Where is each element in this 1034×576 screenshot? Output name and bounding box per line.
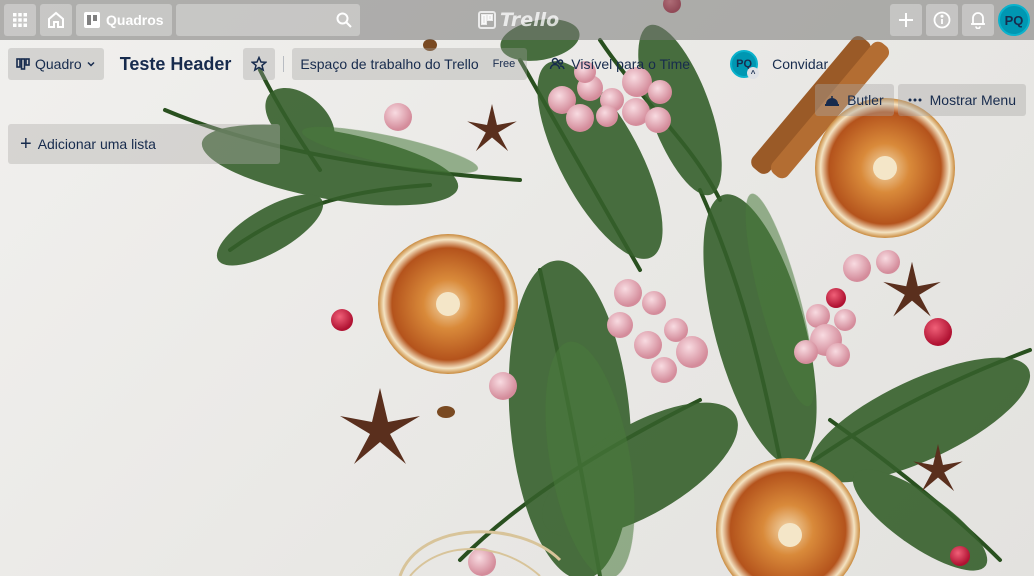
butler-label: Butler — [847, 92, 884, 108]
home-button[interactable] — [40, 4, 72, 36]
workspace-button[interactable]: Espaço de trabalho do Trello Free — [292, 48, 528, 80]
trello-logo[interactable]: Trello — [478, 7, 559, 33]
workspace-label: Espaço de trabalho do Trello — [300, 56, 479, 72]
info-icon — [933, 11, 951, 29]
trello-logo-icon — [478, 11, 496, 29]
add-list-button[interactable]: + Adicionar uma lista — [8, 124, 280, 164]
boards-button[interactable]: Quadros — [76, 4, 172, 36]
more-dots-icon — [908, 98, 922, 102]
admin-chevron-icon: ^ — [747, 67, 760, 79]
butler-icon — [825, 94, 840, 106]
invite-label: Convidar — [772, 56, 829, 72]
trello-logo-text: Trello — [500, 9, 560, 31]
add-list-label: Adicionar uma lista — [37, 136, 156, 152]
visibility-button[interactable]: Visível para o Time — [541, 48, 698, 80]
home-icon — [47, 11, 65, 29]
apps-switcher-button[interactable] — [4, 4, 36, 36]
notifications-button[interactable] — [962, 4, 994, 36]
info-button[interactable] — [926, 4, 958, 36]
team-icon — [549, 57, 566, 71]
visibility-label: Visível para o Time — [571, 56, 691, 72]
search-input[interactable] — [175, 4, 360, 36]
show-menu-button[interactable]: Mostrar Menu — [897, 84, 1026, 116]
header-divider — [283, 56, 285, 72]
butler-button[interactable]: Butler — [815, 84, 894, 116]
bell-icon — [970, 11, 986, 29]
view-switcher-label: Quadro — [35, 56, 82, 72]
board-view-icon — [16, 58, 30, 70]
show-menu-label: Mostrar Menu — [929, 92, 1016, 108]
plus-icon: + — [20, 132, 32, 155]
top-navigation-bar: Quadros Trello PQ — [0, 0, 1034, 40]
invite-button[interactable]: Convidar — [764, 48, 836, 80]
board-title[interactable]: Teste Header — [108, 48, 244, 80]
board-member-avatar[interactable]: PQ ^ — [730, 50, 760, 79]
topbar-right-actions: PQ — [890, 4, 1030, 36]
create-button[interactable] — [890, 4, 922, 36]
plus-icon — [898, 12, 914, 28]
star-icon — [251, 56, 268, 72]
board-header: Quadro Teste Header Espaço de trabalho d… — [8, 48, 840, 80]
chevron-down-icon — [86, 59, 96, 69]
workspace-plan-badge: Free — [492, 58, 516, 70]
user-avatar[interactable]: PQ — [998, 4, 1030, 36]
star-board-button[interactable] — [243, 48, 276, 80]
boards-label: Quadros — [106, 12, 164, 28]
search-icon[interactable] — [336, 12, 352, 28]
view-switcher-button[interactable]: Quadro — [8, 48, 104, 80]
grid-icon — [12, 12, 28, 28]
boards-icon — [84, 12, 100, 28]
board-right-menu: Butler Mostrar Menu — [811, 84, 1026, 116]
